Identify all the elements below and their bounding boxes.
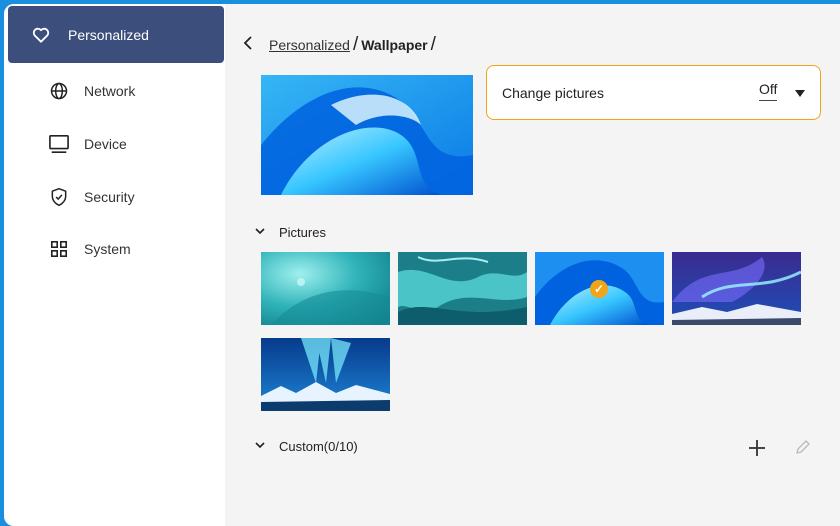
sidebar-item-label: Device [84, 136, 127, 152]
change-pictures-value: Off [759, 81, 778, 101]
chevron-down-icon [255, 226, 273, 238]
grid-icon [48, 238, 70, 260]
settings-window: Personalized Network Device Security Sys [4, 4, 840, 526]
breadcrumb-current: Wallpaper [361, 37, 428, 53]
wallpaper-thumbnail[interactable] [261, 252, 390, 325]
breadcrumb-separator: / [352, 34, 359, 55]
sidebar-item-device[interactable]: Device [4, 119, 225, 169]
sidebar-item-security[interactable]: Security [4, 172, 225, 222]
plus-icon[interactable] [745, 436, 769, 460]
wallpaper-thumbnail[interactable] [672, 252, 801, 325]
wallpaper-thumbnail-selected[interactable]: ✓ [535, 252, 664, 325]
globe-icon [48, 80, 70, 102]
wallpaper-thumbnail[interactable] [261, 338, 390, 411]
sidebar-item-system[interactable]: System [4, 224, 225, 274]
sidebar-item-network[interactable]: Network [4, 66, 225, 116]
main-content: Personalized / Wallpaper / Change pictur… [225, 4, 840, 526]
shield-check-icon [48, 186, 70, 208]
sidebar: Personalized Network Device Security Sys [4, 4, 225, 526]
breadcrumb: Personalized / Wallpaper / [243, 34, 439, 56]
selected-checkmark-icon: ✓ [590, 280, 608, 298]
sidebar-item-personalized[interactable]: Personalized [4, 10, 225, 60]
breadcrumb-separator: / [430, 34, 436, 55]
custom-section-label: Custom(0/10) [279, 438, 358, 454]
sidebar-item-label: System [84, 241, 131, 257]
pencil-icon[interactable] [793, 437, 815, 459]
monitor-icon [48, 133, 70, 155]
change-pictures-dropdown[interactable]: Change pictures Off [486, 65, 821, 120]
heart-icon [30, 24, 52, 46]
breadcrumb-parent-link[interactable]: Personalized [269, 37, 350, 53]
change-pictures-label: Change pictures [502, 85, 604, 101]
chevron-down-icon [255, 440, 273, 452]
pictures-section-header[interactable]: Pictures [255, 222, 326, 242]
custom-section-header[interactable]: Custom(0/10) [255, 436, 358, 456]
caret-down-icon [795, 90, 805, 97]
chevron-left-icon[interactable] [243, 35, 257, 55]
pictures-section-label: Pictures [279, 224, 326, 240]
sidebar-item-label: Network [84, 83, 136, 99]
sidebar-item-label: Personalized [68, 27, 149, 43]
sidebar-item-label: Security [84, 189, 135, 205]
wallpaper-preview [261, 75, 473, 195]
wallpaper-thumbnail[interactable] [398, 252, 527, 325]
